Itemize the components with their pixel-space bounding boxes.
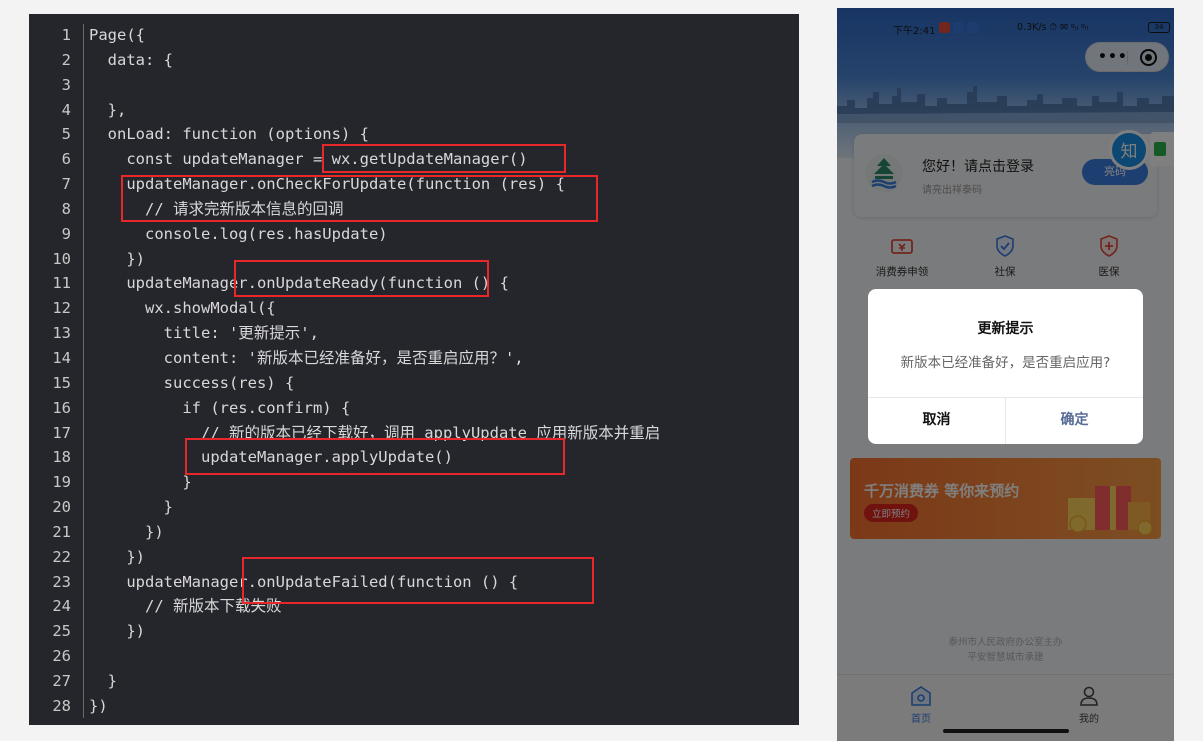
highlight-apply-update <box>185 438 565 475</box>
code-line[interactable]: }) <box>89 520 799 545</box>
line-number: 21 <box>52 522 71 541</box>
line-number: 18 <box>52 448 71 467</box>
line-number: 8 <box>61 199 71 218</box>
update-modal: 更新提示 新版本已经准备好，是否重启应用? 取消 确定 <box>868 289 1143 444</box>
line-number: 4 <box>61 100 71 119</box>
line-number: 5 <box>61 125 71 144</box>
highlight-on-update-ready <box>234 260 489 297</box>
line-number: 12 <box>52 299 71 318</box>
line-number: 2 <box>61 50 71 69</box>
code-content[interactable]: Page({ data: { }, onLoad: function (opti… <box>89 23 799 719</box>
code-line[interactable]: success(res) { <box>89 371 799 396</box>
code-line[interactable]: wx.showModal({ <box>89 296 799 321</box>
highlight-on-update-failed <box>242 557 594 604</box>
code-editor-panel: 1 2 3 4 5 6 7 8 9 10 11 12 13 14 15 16 17 18 19 20 21 22 23 24 2… <box>29 14 799 725</box>
home-indicator <box>943 729 1069 733</box>
line-number: 9 <box>61 224 71 243</box>
confirm-button[interactable]: 确定 <box>1006 397 1143 444</box>
code-line[interactable]: }) <box>89 694 799 719</box>
line-number: 17 <box>52 423 71 442</box>
code-line[interactable]: } <box>89 495 799 520</box>
line-number: 23 <box>52 572 71 591</box>
line-number: 14 <box>52 348 71 367</box>
line-number: 20 <box>52 498 71 517</box>
line-number: 22 <box>52 547 71 566</box>
code-line[interactable]: data: { <box>89 48 799 73</box>
code-line[interactable]: } <box>89 669 799 694</box>
gutter-divider <box>83 24 84 718</box>
line-number: 11 <box>52 274 71 293</box>
code-line[interactable]: console.log(res.hasUpdate) <box>89 222 799 247</box>
code-line[interactable] <box>89 73 799 98</box>
code-line[interactable]: if (res.confirm) { <box>89 396 799 421</box>
line-number: 15 <box>52 373 71 392</box>
modal-title: 更新提示 <box>977 321 1034 337</box>
line-number: 10 <box>52 249 71 268</box>
line-number: 16 <box>52 398 71 417</box>
modal-content: 新版本已经准备好，是否重启应用? <box>900 355 1111 371</box>
phone-screen: 下午2:41 0.3K/s ⏱ ✉ ᵍᵢₗ ᵍᵢₗ 34 ••• 您好！请点击登… <box>837 8 1174 741</box>
line-number: 6 <box>61 150 71 169</box>
code-line[interactable] <box>89 644 799 669</box>
code-line[interactable]: title: '更新提示', <box>89 321 799 346</box>
highlight-get-update-manager <box>322 144 566 173</box>
line-number: 3 <box>61 75 71 94</box>
line-number-gutter: 1 2 3 4 5 6 7 8 9 10 11 12 13 14 15 16 17 18 19 20 21 22 23 24 2… <box>29 23 83 719</box>
highlight-on-check-for-update <box>121 175 598 222</box>
cancel-button[interactable]: 取消 <box>868 397 1005 444</box>
line-number: 13 <box>52 324 71 343</box>
line-number: 26 <box>52 647 71 666</box>
code-line[interactable]: }, <box>89 98 799 123</box>
line-number: 25 <box>52 622 71 641</box>
line-number: 28 <box>52 696 71 715</box>
line-number: 24 <box>52 597 71 616</box>
code-line[interactable]: Page({ <box>89 23 799 48</box>
line-number: 1 <box>61 26 71 44</box>
code-line[interactable]: content: '新版本已经准备好，是否重启应用？', <box>89 346 799 371</box>
line-number: 7 <box>61 175 71 194</box>
code-line[interactable]: }) <box>89 619 799 644</box>
line-number: 27 <box>52 671 71 690</box>
line-number: 19 <box>52 473 71 492</box>
